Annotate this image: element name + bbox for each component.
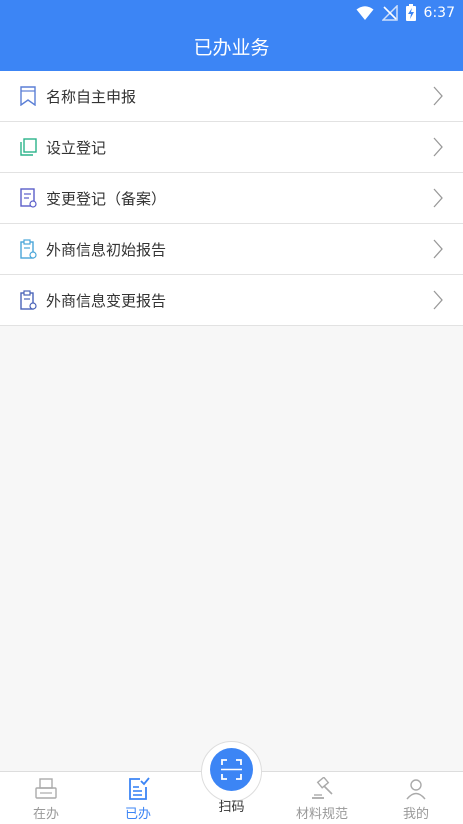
person-icon xyxy=(406,779,426,800)
status-time: 6:37 xyxy=(423,4,455,21)
tab-completed[interactable]: 已办 xyxy=(92,772,184,824)
list-item-change-registration[interactable]: 变更登记（备案） xyxy=(0,173,463,224)
bookmark-icon xyxy=(20,86,36,106)
tab-material-standards[interactable]: 材料规范 xyxy=(276,772,368,824)
list-item-name-declaration[interactable]: 名称自主申报 xyxy=(0,71,463,122)
list-item-foreign-change-report[interactable]: 外商信息变更报告 xyxy=(0,275,463,326)
tab-label: 已办 xyxy=(124,807,151,822)
tab-in-progress[interactable]: 在办 xyxy=(0,772,92,824)
tab-label: 在办 xyxy=(32,807,59,822)
clipboard-icon xyxy=(20,239,37,259)
copy-pages-icon xyxy=(20,138,37,156)
clipboard-change-icon xyxy=(20,290,37,310)
list-item-label: 外商信息初始报告 xyxy=(46,240,167,259)
status-bar: 6:37 xyxy=(0,0,463,26)
wifi-icon xyxy=(356,5,374,20)
scan-button[interactable] xyxy=(210,748,253,791)
tab-mine[interactable]: 我的 xyxy=(370,772,462,824)
chevron-right-icon xyxy=(433,137,443,157)
chevron-right-icon xyxy=(433,290,443,310)
chevron-right-icon xyxy=(433,86,443,106)
list-item-label: 设立登记 xyxy=(46,138,107,157)
status-icons: 6:37 xyxy=(356,4,455,21)
checked-doc-icon xyxy=(129,777,150,800)
tab-label: 我的 xyxy=(402,807,429,822)
list-item-label: 外商信息变更报告 xyxy=(46,291,167,310)
page-title: 已办业务 xyxy=(193,37,270,59)
tab-label: 材料规范 xyxy=(295,807,348,822)
page-header: 已办业务 xyxy=(0,26,463,71)
business-list: 名称自主申报 设立登记 变更登记（备案） 外商信息初始报告 外商信息变更报告 xyxy=(0,71,463,326)
battery-charging-icon xyxy=(405,4,416,21)
list-item-label: 名称自主申报 xyxy=(46,87,137,106)
chevron-right-icon xyxy=(433,188,443,208)
no-signal-icon xyxy=(381,4,398,21)
gavel-icon xyxy=(312,777,333,799)
edit-document-icon xyxy=(20,188,37,208)
chevron-right-icon xyxy=(433,239,443,259)
list-item-label: 变更登记（备案） xyxy=(46,189,167,208)
tab-label-scan[interactable]: 扫码 xyxy=(201,796,262,815)
scan-icon xyxy=(221,759,242,780)
list-item-establishment-registration[interactable]: 设立登记 xyxy=(0,122,463,173)
printer-icon xyxy=(35,778,57,799)
list-item-foreign-initial-report[interactable]: 外商信息初始报告 xyxy=(0,224,463,275)
